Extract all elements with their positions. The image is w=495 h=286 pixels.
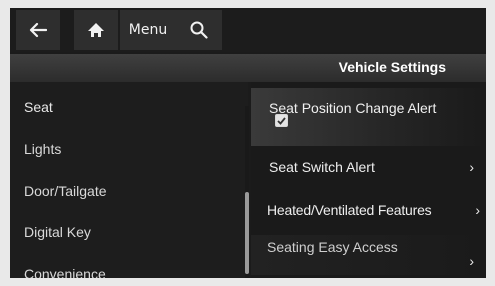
- option-seat-position-change-alert[interactable]: Seat Position Change Alert: [251, 88, 486, 146]
- option-heated-ventilated-features[interactable]: Heated/Ventilated Features ›: [251, 197, 486, 225]
- sidebar-scrollbar[interactable]: [245, 106, 249, 278]
- chevron-right-icon: ›: [475, 202, 480, 218]
- settings-screen: Menu Vehicle Settings Seat Lights Door/T…: [10, 8, 486, 278]
- menu-button[interactable]: Menu: [120, 10, 176, 50]
- back-button[interactable]: [16, 10, 60, 50]
- sidebar-item-convenience[interactable]: Convenience: [24, 266, 106, 278]
- sidebar-item-door-tailgate[interactable]: Door/Tailgate: [24, 183, 107, 199]
- menu-label: Menu: [128, 22, 168, 38]
- chevron-right-icon: ›: [469, 253, 474, 269]
- sidebar-item-lights[interactable]: Lights: [24, 141, 61, 157]
- scrollbar-thumb[interactable]: [245, 192, 249, 274]
- home-icon: [88, 23, 104, 37]
- option-seating-easy-access[interactable]: Seating Easy Access ›: [251, 235, 486, 275]
- sidebar-item-seat[interactable]: Seat: [24, 99, 53, 115]
- option-label: Seating Easy Access: [267, 239, 398, 255]
- option-label: Seat Switch Alert: [269, 159, 375, 175]
- option-seat-switch-alert[interactable]: Seat Switch Alert ›: [251, 154, 486, 182]
- search-icon: [190, 21, 208, 39]
- page-title: Vehicle Settings: [338, 59, 446, 75]
- top-toolbar: Menu: [10, 8, 486, 52]
- chevron-right-icon: ›: [469, 159, 474, 175]
- arrow-left-icon: [29, 22, 47, 38]
- option-label: Seat Position Change Alert: [269, 100, 437, 116]
- option-label: Heated/Ventilated Features: [267, 202, 432, 218]
- seat-options-list: Seat Position Change Alert Seat Switch A…: [251, 82, 486, 278]
- search-button[interactable]: [176, 10, 222, 50]
- settings-category-list: Seat Lights Door/Tailgate Digital Key Co…: [10, 82, 248, 278]
- sidebar-item-digital-key[interactable]: Digital Key: [24, 224, 91, 240]
- title-bar: Vehicle Settings: [10, 54, 486, 82]
- home-button[interactable]: [74, 10, 118, 50]
